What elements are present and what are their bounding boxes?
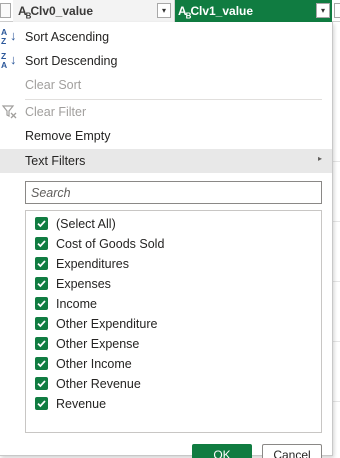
checklist-item-label: Other Expenditure [56, 317, 158, 331]
menu-item-label: Clear Filter [25, 105, 87, 119]
checkbox-checked-icon[interactable] [35, 257, 48, 270]
checklist-item[interactable]: Other Expenditure [26, 314, 321, 334]
checklist-item[interactable]: Other Revenue [26, 374, 321, 394]
grid-row-divider [333, 221, 340, 222]
previous-column-dropdown-button[interactable] [0, 3, 11, 18]
submenu-arrow-icon: ▸ [317, 154, 322, 163]
sort-descending-icon: Z A ↓ [1, 51, 17, 70]
text-type-icon: ABC [178, 4, 199, 21]
column-filter-dropdown-button[interactable]: ▾ [316, 3, 330, 18]
grid-row-divider [333, 161, 340, 162]
data-grid-edge [333, 22, 340, 458]
checkbox-checked-icon[interactable] [35, 397, 48, 410]
menu-item-clear-sort[interactable]: Clear Sort [0, 74, 332, 96]
menu-item-label: Clear Sort [25, 78, 82, 92]
checklist-item[interactable]: Other Expense [26, 334, 321, 354]
value-checklist[interactable]: (Select All) Cost of Goods Sold Expenditur… [25, 210, 322, 433]
menu-item-remove-empty[interactable]: Remove Empty [0, 125, 332, 147]
menu-item-clear-filter[interactable]: Clear Filter [0, 101, 332, 123]
search-input[interactable] [26, 182, 321, 203]
menu-item-sort-ascending[interactable]: A Z ↓ Sort Ascending [0, 26, 332, 48]
clear-filter-icon [1, 103, 19, 121]
checklist-item-label: Other Revenue [56, 377, 141, 391]
column-filter-dropdown: A Z ↓ Sort Ascending Z A ↓ Sort Descending C… [0, 22, 333, 458]
checklist-item-label: Other Income [56, 357, 132, 371]
menu-item-sort-descending[interactable]: Z A ↓ Sort Descending [0, 50, 332, 72]
checkbox-checked-icon[interactable] [35, 237, 48, 250]
checkbox-checked-icon[interactable] [35, 297, 48, 310]
column-header-bar: ABC lv0_value ▾ ABC lv1_value ▾ [0, 0, 340, 22]
checklist-item[interactable]: Expenditures [26, 254, 321, 274]
menu-item-text-filters[interactable]: Text Filters ▸ [0, 149, 332, 173]
checkbox-checked-icon[interactable] [35, 377, 48, 390]
menu-item-label: Text Filters [25, 154, 86, 168]
next-column-dropdown-button[interactable] [334, 3, 340, 18]
menu-item-label: Sort Descending [25, 54, 118, 68]
grid-row-divider [333, 281, 340, 282]
checklist-item[interactable]: (Select All) [26, 214, 321, 234]
checkbox-checked-icon[interactable] [35, 337, 48, 350]
menu-item-label: Remove Empty [25, 129, 111, 143]
checklist-item-label: Other Expense [56, 337, 140, 351]
checklist-item[interactable]: Other Income [26, 354, 321, 374]
checkbox-checked-icon[interactable] [35, 277, 48, 290]
sort-ascending-icon: A Z ↓ [1, 27, 17, 46]
text-type-icon: ABC [18, 4, 39, 21]
checklist-item[interactable]: Revenue [26, 394, 321, 414]
column-filter-dropdown-button[interactable]: ▾ [157, 3, 171, 18]
checklist-item[interactable]: Expenses [26, 274, 321, 294]
checklist-item-label: Cost of Goods Sold [56, 237, 165, 251]
checklist-item-label: (Select All) [56, 217, 116, 231]
menu-separator [25, 99, 322, 100]
ok-button[interactable]: OK [192, 444, 252, 458]
checklist-item-label: Income [56, 297, 97, 311]
column-name: lv0_value [39, 4, 94, 18]
grid-row-divider [333, 341, 340, 342]
menu-item-label: Sort Ascending [25, 30, 110, 44]
checkbox-checked-icon[interactable] [35, 357, 48, 370]
checklist-item-label: Expenditures [56, 257, 129, 271]
checklist-item-label: Revenue [56, 397, 107, 411]
checklist-item[interactable]: Income [26, 294, 321, 314]
column-header-lv0-value[interactable]: ABC lv0_value ▾ [13, 0, 175, 22]
checklist-item-label: Expenses [56, 277, 111, 291]
cancel-button[interactable]: Cancel [262, 444, 322, 458]
checklist-item[interactable]: Cost of Goods Sold [26, 234, 321, 254]
grid-row-divider [333, 401, 340, 402]
column-name: lv1_value [199, 4, 254, 18]
search-box[interactable] [25, 181, 322, 204]
column-header-lv1-value[interactable]: ABC lv1_value ▾ [175, 0, 332, 22]
checkbox-checked-icon[interactable] [35, 217, 48, 230]
checkbox-checked-icon[interactable] [35, 317, 48, 330]
